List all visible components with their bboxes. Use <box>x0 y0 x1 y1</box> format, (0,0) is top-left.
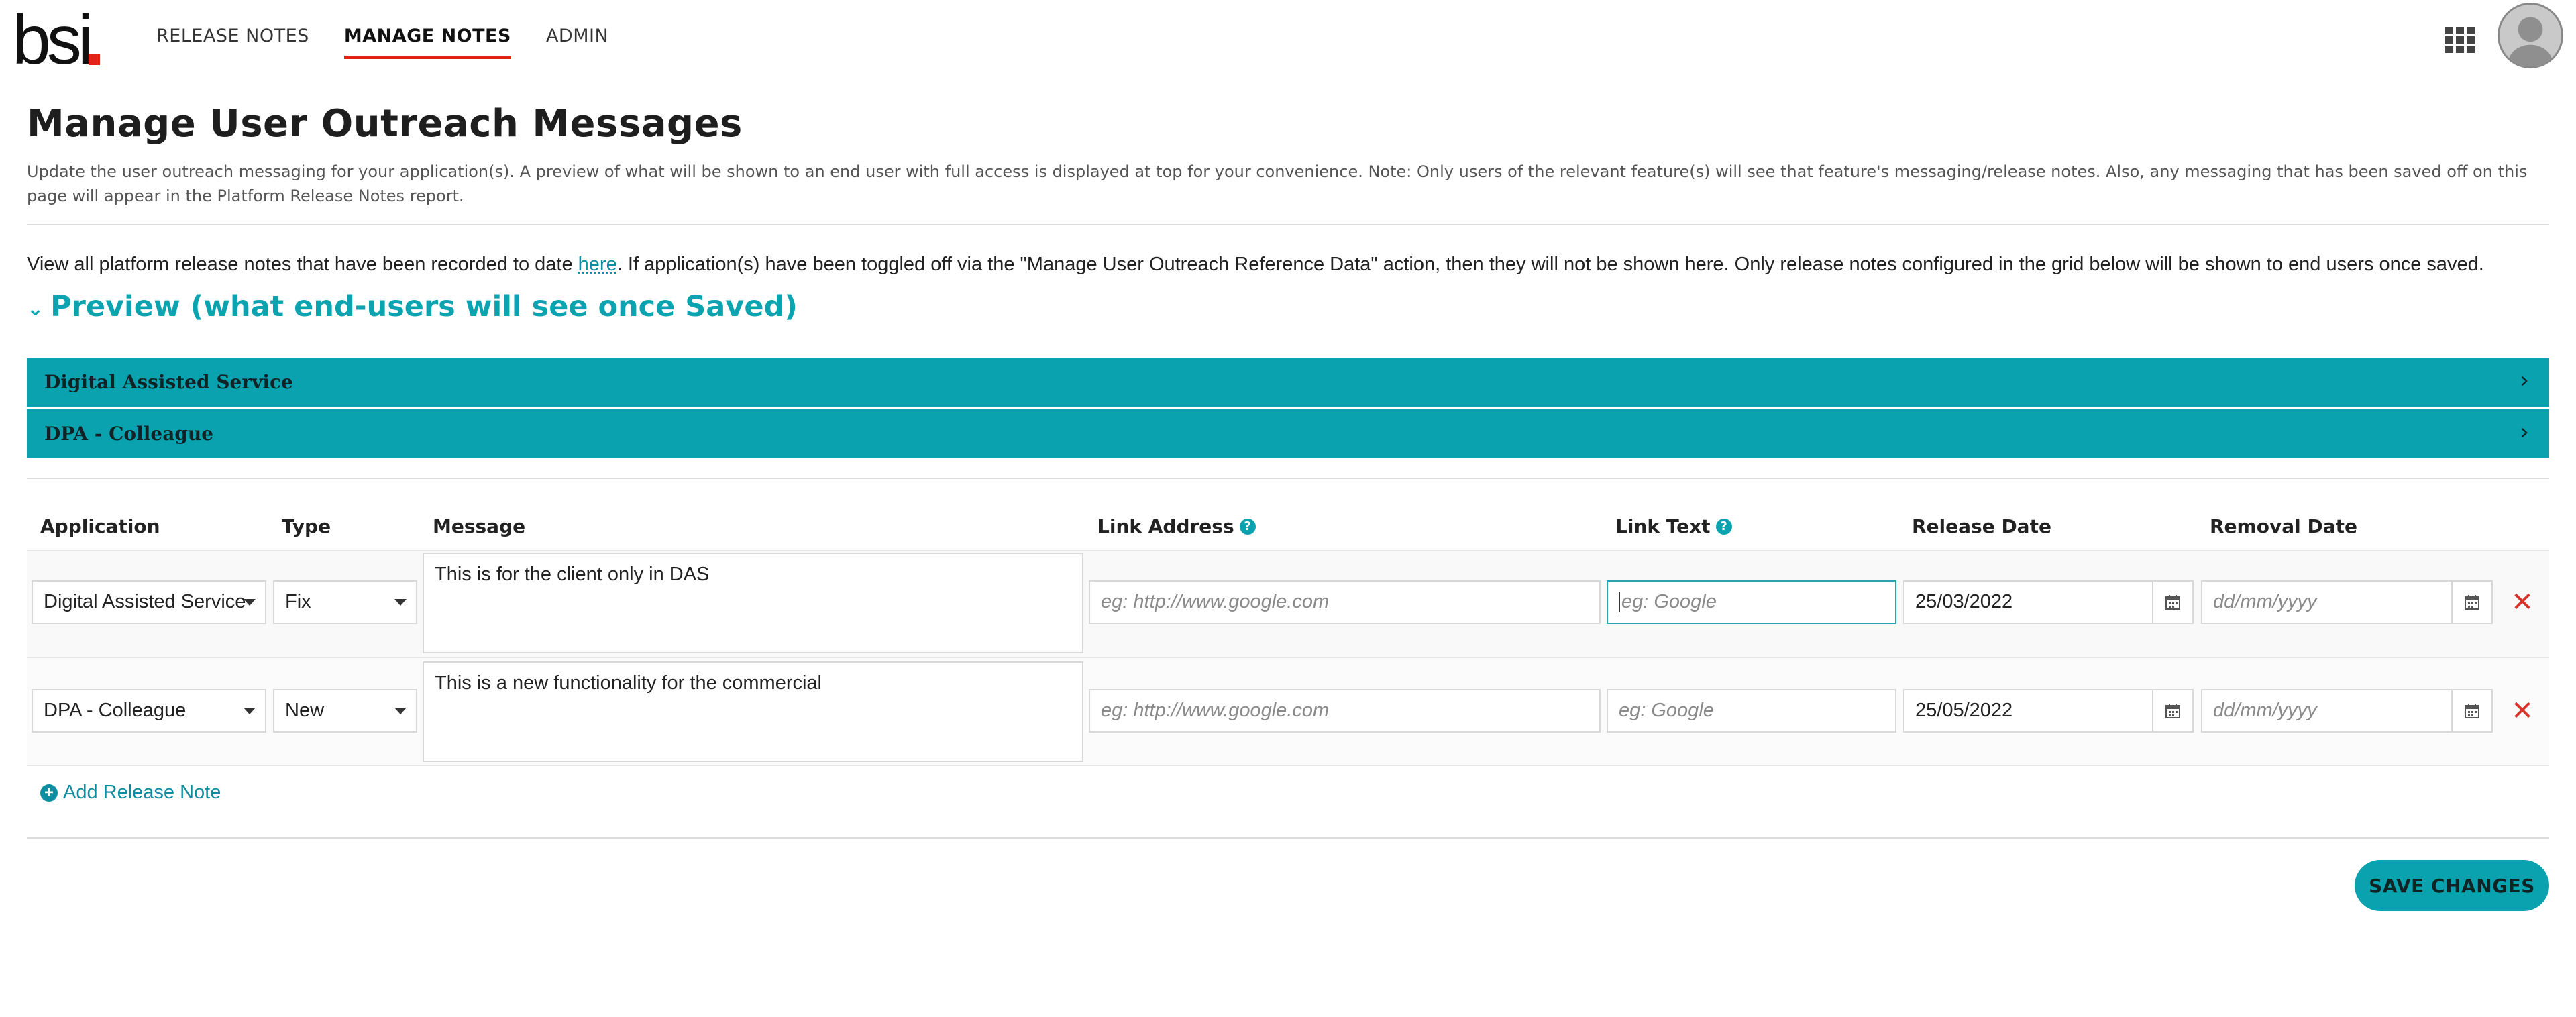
col-header-release-date-label: Release Date <box>1912 515 2051 537</box>
type-select-value: New <box>285 700 325 721</box>
preview-panel-dpa-colleague[interactable]: DPA - Colleague › <box>27 409 2549 458</box>
application-select[interactable]: DPA - Colleague <box>32 689 266 733</box>
page-description: Update the user outreach messaging for y… <box>27 162 2528 205</box>
application-select-value: Digital Assisted Service <box>44 591 246 612</box>
divider <box>27 478 2549 479</box>
divider <box>27 224 2549 225</box>
release-date-input[interactable]: 25/05/2022 <box>1903 689 2153 733</box>
col-header-removal-date-label: Removal Date <box>2210 515 2357 537</box>
removal-date-calendar-button[interactable] <box>2451 689 2493 733</box>
logo-dot <box>89 54 100 65</box>
link-text-input[interactable]: eg: Google <box>1607 580 1896 624</box>
save-changes-button[interactable]: SAVE CHANGES <box>2355 860 2549 911</box>
calendar-icon <box>2465 594 2479 610</box>
message-textarea[interactable]: This is for the client only in DAS <box>423 553 1083 653</box>
page-title: Manage User Outreach Messages <box>27 102 743 146</box>
col-header-release-date: Release Date <box>1912 515 2051 537</box>
view-all-text-after: . If application(s) have been toggled of… <box>616 254 2484 275</box>
col-header-type: Type <box>282 515 331 537</box>
delete-row-button[interactable]: ✕ <box>2508 587 2537 618</box>
user-avatar[interactable] <box>2498 3 2563 68</box>
preview-panel-label: DPA - Colleague <box>44 423 214 445</box>
removal-date-calendar-button[interactable] <box>2451 580 2493 624</box>
col-header-type-label: Type <box>282 515 331 537</box>
preview-title: Preview (what end-users will see once Sa… <box>50 290 798 323</box>
chevron-right-icon: › <box>2520 367 2529 394</box>
nav-manage-notes[interactable]: MANAGE NOTES <box>343 25 511 59</box>
message-textarea[interactable]: This is a new functionality for the comm… <box>423 661 1083 762</box>
caret-down-icon <box>394 599 407 606</box>
type-select[interactable]: New <box>273 689 417 733</box>
preview-toggle[interactable]: ⌄ Preview (what end-users will see once … <box>27 290 798 323</box>
plus-circle-icon: + <box>40 784 58 802</box>
top-bar: bsi RELEASE NOTES MANAGE NOTES ADMIN <box>0 0 2576 75</box>
chevron-right-icon: › <box>2520 419 2529 445</box>
col-header-application: Application <box>40 515 160 537</box>
link-text-placeholder: eg: Google <box>1621 591 1717 612</box>
col-header-link-address: Link Address? <box>1097 515 1256 537</box>
app-grid-icon[interactable] <box>2445 27 2475 54</box>
calendar-icon <box>2165 703 2180 718</box>
caret-down-icon <box>244 599 256 606</box>
delete-row-button[interactable]: ✕ <box>2508 696 2537 727</box>
col-header-link-text-label: Link Text <box>1615 515 1711 537</box>
link-address-input[interactable]: eg: http://www.google.com <box>1089 689 1601 733</box>
view-all-text: View all platform release notes that hav… <box>27 254 2484 276</box>
bsi-logo[interactable]: bsi <box>12 5 93 75</box>
type-select[interactable]: Fix <box>273 580 417 624</box>
col-header-message: Message <box>433 515 525 537</box>
view-all-text-before: View all platform release notes that hav… <box>27 254 578 275</box>
release-date-calendar-button[interactable] <box>2152 580 2194 624</box>
nav-release-notes[interactable]: RELEASE NOTES <box>156 25 309 59</box>
text-cursor <box>1619 592 1620 612</box>
release-date-input[interactable]: 25/03/2022 <box>1903 580 2153 624</box>
preview-panel-label: Digital Assisted Service <box>44 371 293 393</box>
preview-panel-digital-assisted-service[interactable]: Digital Assisted Service › <box>27 358 2549 407</box>
calendar-icon <box>2165 594 2180 610</box>
nav-admin[interactable]: ADMIN <box>546 25 608 59</box>
application-select-value: DPA - Colleague <box>44 700 186 721</box>
removal-date-input[interactable]: dd/mm/yyyy <box>2201 580 2453 624</box>
type-select-value: Fix <box>285 591 311 612</box>
add-release-note-button[interactable]: + Add Release Note <box>40 782 221 804</box>
add-release-note-label: Add Release Note <box>63 782 221 803</box>
caret-down-icon <box>244 708 256 714</box>
col-header-link-address-label: Link Address <box>1097 515 1234 537</box>
link-text-input[interactable]: eg: Google <box>1607 689 1896 733</box>
link-address-input[interactable]: eg: http://www.google.com <box>1089 580 1601 624</box>
divider <box>27 837 2549 839</box>
help-icon[interactable]: ? <box>1715 518 1732 535</box>
calendar-icon <box>2465 703 2479 718</box>
main-nav: RELEASE NOTES MANAGE NOTES ADMIN <box>156 25 643 59</box>
chevron-down-icon: ⌄ <box>27 297 44 321</box>
help-icon[interactable]: ? <box>1239 518 1256 535</box>
application-select[interactable]: Digital Assisted Service <box>32 580 266 624</box>
col-header-application-label: Application <box>40 515 160 537</box>
col-header-message-label: Message <box>433 515 526 537</box>
col-header-removal-date: Removal Date <box>2210 515 2357 537</box>
release-date-calendar-button[interactable] <box>2152 689 2194 733</box>
col-header-link-text: Link Text? <box>1615 515 1732 537</box>
removal-date-input[interactable]: dd/mm/yyyy <box>2201 689 2453 733</box>
view-all-here-link[interactable]: here <box>578 254 617 275</box>
avatar-silhouette-icon <box>2500 5 2561 66</box>
caret-down-icon <box>394 708 407 714</box>
